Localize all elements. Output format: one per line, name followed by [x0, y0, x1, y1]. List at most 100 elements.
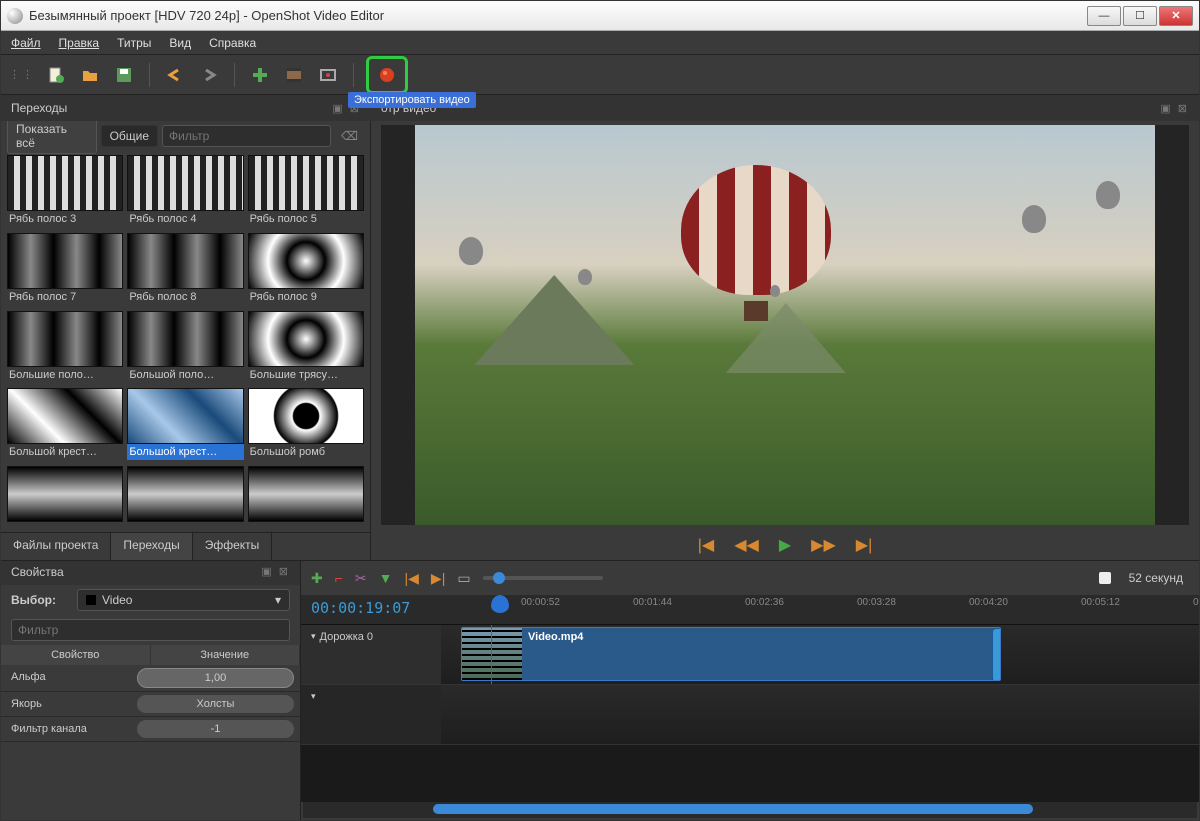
add-marker-button[interactable]: ▼ [379, 570, 393, 586]
zoom-reset-button[interactable]: ▭ [457, 570, 470, 587]
transition-item[interactable]: Рябь полос 7 [7, 233, 123, 307]
undo-button[interactable] [162, 62, 188, 88]
props-col-value[interactable]: Значение [151, 645, 301, 665]
tab-effects[interactable]: Эффекты [193, 533, 273, 560]
jump-end-button[interactable]: ▶| [856, 535, 872, 555]
transition-item[interactable]: Рябь полос 4 [127, 155, 243, 229]
timeline-scrollbar[interactable] [303, 802, 1197, 818]
transition-item[interactable]: Рябь полос 9 [248, 233, 364, 307]
transition-item[interactable]: Рябь полос 8 [127, 233, 243, 307]
menu-help[interactable]: Справка [209, 36, 256, 50]
add-track-button[interactable]: ✚ [311, 570, 323, 587]
property-value[interactable]: -1 [137, 720, 294, 738]
duration-icon [1099, 572, 1111, 584]
export-tooltip: Экспортировать видео [348, 92, 476, 108]
razor-button[interactable]: ✂ [355, 570, 367, 587]
tab-transitions[interactable]: Переходы [111, 533, 192, 560]
minimize-button[interactable]: — [1087, 6, 1121, 26]
snap-button[interactable]: ⌐ [335, 570, 343, 586]
property-row[interactable]: Якорь Холсты [1, 692, 300, 717]
zoom-slider[interactable] [483, 576, 603, 580]
save-project-button[interactable] [111, 62, 137, 88]
video-clip[interactable]: Video.mp4 [461, 627, 1001, 681]
transition-label: Большой поло… [127, 367, 243, 383]
ruler-tick: 00:04:20 [969, 597, 1008, 608]
menu-titles[interactable]: Титры [117, 36, 151, 50]
new-project-button[interactable] [43, 62, 69, 88]
transition-thumb [248, 466, 364, 522]
open-project-button[interactable] [77, 62, 103, 88]
filter-common-tab[interactable]: Общие [101, 125, 158, 147]
transition-label: Рябь полос 7 [7, 289, 123, 305]
transition-label: Рябь полос 9 [248, 289, 364, 305]
menu-view[interactable]: Вид [169, 36, 191, 50]
play-button[interactable]: ▶ [779, 535, 791, 555]
panel-controls-icon[interactable]: ▣ ⊠ [1160, 102, 1189, 115]
transition-item[interactable] [127, 466, 243, 528]
property-name: Альфа [1, 665, 131, 691]
transitions-panel-header: Переходы ▣ ⊠ [1, 95, 371, 121]
transition-label [248, 522, 364, 526]
transition-thumb [127, 466, 243, 522]
video-preview[interactable] [415, 125, 1155, 525]
property-name: Якорь [1, 692, 131, 716]
titlebar[interactable]: Безымянный проект [HDV 720 24p] - OpenSh… [1, 1, 1199, 31]
close-button[interactable]: ✕ [1159, 6, 1193, 26]
clip-thumbnail [462, 628, 522, 680]
transition-item[interactable]: Большой ромб [248, 388, 364, 462]
timecode-display: 00:00:19:07 [301, 595, 441, 624]
selection-label: Выбор: [11, 593, 71, 607]
profile-button[interactable] [281, 62, 307, 88]
playhead[interactable] [491, 595, 509, 613]
track-content[interactable]: Video.mp4 [441, 625, 1199, 684]
transport-controls: |◀ ◀◀ ▶ ▶▶ ▶| [371, 529, 1199, 560]
transitions-panel: Показать всё Общие ⌫ Рябь полос 3Рябь по… [1, 121, 371, 560]
fullscreen-button[interactable] [315, 62, 341, 88]
filter-show-all-tab[interactable]: Показать всё [7, 121, 97, 154]
preview-panel-header: отр видео ▣ ⊠ [371, 95, 1199, 121]
redo-button[interactable] [196, 62, 222, 88]
rewind-button[interactable]: ◀◀ [734, 535, 759, 555]
timeline-ruler[interactable]: 00:00:5200:01:4400:02:3600:03:2800:04:20… [441, 595, 1199, 624]
export-video-button[interactable] [374, 62, 400, 88]
transition-item[interactable] [7, 466, 123, 528]
transition-item[interactable]: Рябь полос 3 [7, 155, 123, 229]
tab-project-files[interactable]: Файлы проекта [1, 533, 111, 560]
maximize-button[interactable]: ☐ [1123, 6, 1157, 26]
transitions-filter-input[interactable] [162, 125, 331, 147]
props-col-name[interactable]: Свойство [1, 645, 151, 665]
properties-title: Свойства [11, 565, 64, 581]
transition-item[interactable]: Большой крест… [7, 388, 123, 462]
property-value[interactable]: 1,00 [137, 668, 294, 688]
track-label[interactable]: Дорожка 0 [301, 625, 441, 684]
toolbar-grip[interactable]: ⋮⋮ [9, 68, 35, 81]
transition-item[interactable]: Большой крест… [127, 388, 243, 462]
jump-start-button[interactable]: |◀ [698, 535, 714, 555]
transition-thumb [127, 311, 243, 367]
import-button[interactable] [247, 62, 273, 88]
transition-item[interactable]: Большой поло… [127, 311, 243, 385]
properties-filter-input[interactable] [11, 619, 290, 641]
transition-thumb [7, 155, 123, 211]
ruler-tick: 00:02:36 [745, 597, 784, 608]
property-row[interactable]: Фильтр канала-1 [1, 717, 300, 742]
transition-item[interactable] [248, 466, 364, 528]
transition-thumb [127, 155, 243, 211]
prev-marker-button[interactable]: |◀ [405, 570, 419, 587]
property-value[interactable]: Холсты [137, 695, 294, 713]
menu-edit[interactable]: Правка [59, 36, 100, 50]
next-marker-button[interactable]: ▶| [431, 570, 445, 587]
clip-end-handle[interactable] [992, 628, 1001, 681]
ruler-tick: 00:06:04 [1193, 597, 1199, 608]
property-row[interactable]: Альфа 1,00 [1, 665, 300, 692]
panel-controls-icon[interactable]: ▣ ⊠ [261, 565, 290, 581]
menu-file[interactable]: Файл [11, 36, 41, 50]
clear-filter-button[interactable]: ⌫ [335, 129, 364, 143]
transition-item[interactable]: Большие трясу… [248, 311, 364, 385]
transition-item[interactable]: Большие поло… [7, 311, 123, 385]
transition-item[interactable]: Рябь полос 5 [248, 155, 364, 229]
transition-thumb [7, 388, 123, 444]
selection-dropdown[interactable]: Video▾ [77, 589, 290, 611]
fast-forward-button[interactable]: ▶▶ [811, 535, 836, 555]
transition-thumb [7, 233, 123, 289]
